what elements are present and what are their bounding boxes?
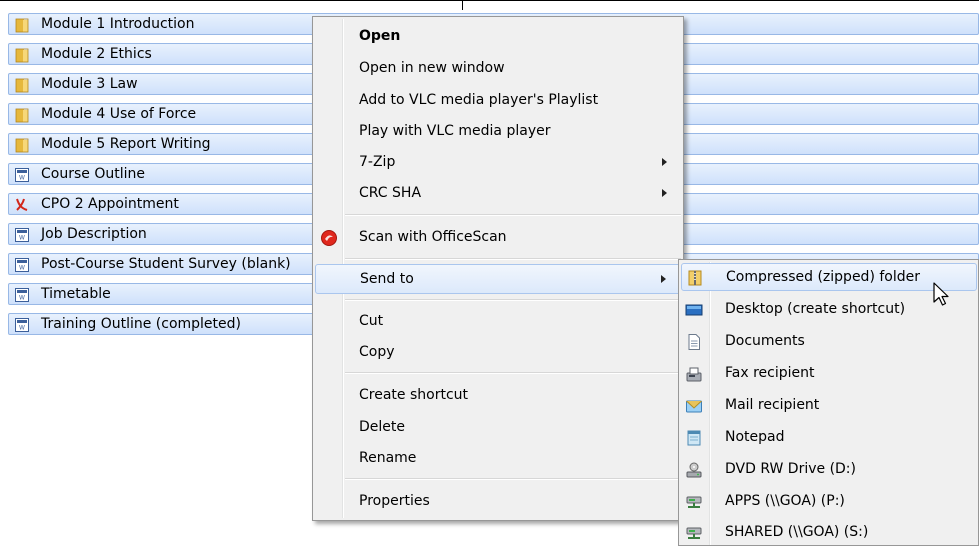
file-name: Post-Course Student Survey (blank) bbox=[41, 256, 291, 272]
mail-icon bbox=[686, 400, 702, 413]
menu-separator bbox=[345, 299, 681, 301]
documents-icon bbox=[688, 334, 700, 350]
file-name: Module 2 Ethics bbox=[41, 46, 152, 62]
menu-separator bbox=[345, 372, 681, 374]
officescan-icon bbox=[321, 230, 337, 246]
menu-item-label: Create shortcut bbox=[359, 387, 469, 403]
word-document-icon: W bbox=[15, 168, 29, 182]
menu-item-7zip[interactable]: 7-Zip bbox=[315, 149, 681, 177]
svg-text:W: W bbox=[19, 235, 25, 242]
submenu-item-label: Documents bbox=[725, 333, 805, 349]
mouse-cursor-icon bbox=[933, 282, 949, 306]
file-name: Module 3 Law bbox=[41, 76, 138, 92]
menu-item-properties[interactable]: Properties bbox=[315, 488, 681, 516]
submenu-item-label: DVD RW Drive (D:) bbox=[725, 461, 856, 477]
file-name: Course Outline bbox=[41, 166, 145, 182]
svg-text:W: W bbox=[19, 265, 25, 272]
submenu-arrow-icon bbox=[662, 158, 667, 166]
menu-item-label: Send to bbox=[360, 271, 414, 287]
menu-item-play-vlc[interactable]: Play with VLC media player bbox=[315, 118, 681, 146]
file-name: Timetable bbox=[41, 286, 111, 302]
desktop-icon bbox=[685, 304, 703, 316]
menu-item-label: 7-Zip bbox=[359, 154, 396, 170]
submenu-arrow-icon bbox=[661, 275, 666, 283]
file-name: CPO 2 Appointment bbox=[41, 196, 179, 212]
send-to-dvd-drive[interactable]: DVD RW Drive (D:) bbox=[681, 456, 977, 484]
pdf-document-icon bbox=[16, 198, 28, 211]
menu-item-label: Cut bbox=[359, 313, 384, 329]
submenu-item-label: SHARED (\\GOA) (S:) bbox=[725, 524, 869, 540]
menu-item-scan-officescan[interactable]: Scan with OfficeScan bbox=[315, 224, 681, 252]
menu-item-rename[interactable]: Rename bbox=[315, 445, 681, 473]
zip-folder-icon bbox=[688, 270, 702, 286]
menu-item-label: CRC SHA bbox=[359, 185, 422, 201]
submenu-item-label: APPS (\\GOA) (P:) bbox=[725, 493, 845, 509]
menu-separator bbox=[345, 478, 681, 480]
menu-item-label: Scan with OfficeScan bbox=[359, 229, 507, 245]
menu-item-create-shortcut[interactable]: Create shortcut bbox=[315, 382, 681, 410]
word-document-icon: W bbox=[15, 228, 29, 242]
menu-item-label: Open in new window bbox=[359, 60, 505, 76]
folder-icon bbox=[15, 138, 29, 153]
file-name: Job Description bbox=[41, 226, 147, 242]
menu-item-label: Copy bbox=[359, 344, 395, 360]
send-to-notepad[interactable]: Notepad bbox=[681, 424, 977, 452]
submenu-arrow-icon bbox=[662, 189, 667, 197]
menu-item-add-vlc-playlist[interactable]: Add to VLC media player's Playlist bbox=[315, 87, 681, 115]
menu-item-label: Delete bbox=[359, 419, 405, 435]
submenu-item-label: Mail recipient bbox=[725, 397, 820, 413]
send-to-apps-drive[interactable]: APPS (\\GOA) (P:) bbox=[681, 488, 977, 516]
file-name: Module 4 Use of Force bbox=[41, 106, 197, 122]
folder-icon bbox=[15, 108, 29, 123]
svg-text:W: W bbox=[19, 175, 25, 182]
menu-item-label: Add to VLC media player's Playlist bbox=[359, 92, 599, 108]
send-to-shared-drive[interactable]: SHARED (\\GOA) (S:) bbox=[681, 519, 977, 547]
menu-item-copy[interactable]: Copy bbox=[315, 339, 681, 367]
menu-item-open-new-window[interactable]: Open in new window bbox=[315, 55, 681, 83]
menu-separator bbox=[345, 258, 681, 260]
word-document-icon: W bbox=[15, 258, 29, 272]
send-to-documents[interactable]: Documents bbox=[681, 328, 977, 356]
submenu-item-label: Compressed (zipped) folder bbox=[726, 269, 920, 285]
submenu-item-label: Fax recipient bbox=[725, 365, 815, 381]
word-document-icon: W bbox=[15, 288, 29, 302]
menu-item-open[interactable]: Open bbox=[315, 23, 681, 51]
svg-text:W: W bbox=[19, 325, 25, 332]
menu-item-label: Open bbox=[359, 28, 401, 44]
submenu-item-label: Notepad bbox=[725, 429, 785, 445]
menu-item-delete[interactable]: Delete bbox=[315, 414, 681, 442]
network-drive-icon bbox=[686, 496, 702, 508]
file-name: Module 1 Introduction bbox=[41, 16, 195, 32]
menu-item-send-to[interactable]: Send to bbox=[315, 264, 681, 294]
menu-item-cut[interactable]: Cut bbox=[315, 308, 681, 336]
context-menu: Open Open in new window Add to VLC media… bbox=[312, 16, 684, 521]
top-border bbox=[0, 0, 979, 1]
menu-item-label: Play with VLC media player bbox=[359, 123, 551, 139]
file-name: Module 5 Report Writing bbox=[41, 136, 211, 152]
notepad-icon bbox=[687, 430, 701, 446]
svg-text:W: W bbox=[19, 295, 25, 302]
menu-item-crc-sha[interactable]: CRC SHA bbox=[315, 180, 681, 208]
folder-icon bbox=[15, 18, 29, 33]
folder-icon bbox=[15, 48, 29, 63]
file-name: Training Outline (completed) bbox=[41, 316, 241, 332]
menu-item-label: Properties bbox=[359, 493, 430, 509]
send-to-mail[interactable]: Mail recipient bbox=[681, 392, 977, 420]
menu-item-label: Rename bbox=[359, 450, 417, 466]
submenu-item-label: Desktop (create shortcut) bbox=[725, 301, 906, 317]
send-to-fax[interactable]: Fax recipient bbox=[681, 360, 977, 388]
word-document-icon: W bbox=[15, 318, 29, 332]
menu-separator bbox=[345, 214, 681, 216]
network-drive-icon bbox=[686, 527, 702, 539]
column-divider bbox=[462, 0, 463, 10]
folder-icon bbox=[15, 78, 29, 93]
dvd-drive-icon bbox=[686, 462, 702, 478]
fax-icon bbox=[686, 367, 702, 382]
